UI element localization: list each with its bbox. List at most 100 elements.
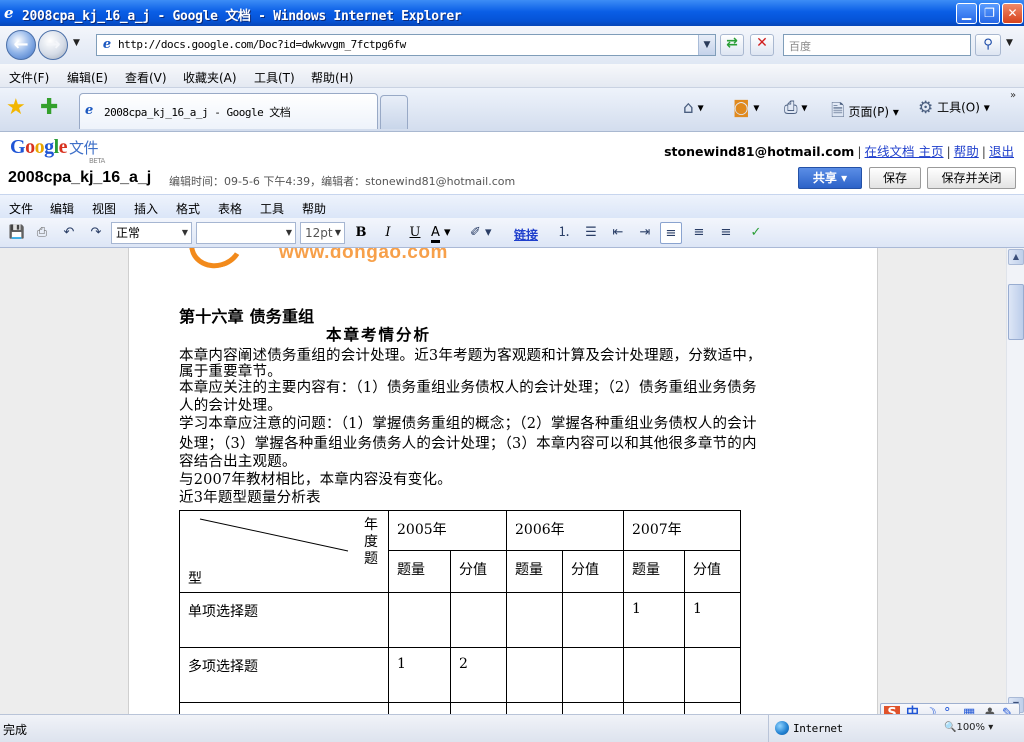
vertical-scrollbar[interactable]: ▲ ▼ xyxy=(1006,248,1024,714)
docs-menu-format[interactable]: 格式 xyxy=(176,200,200,217)
font-select[interactable]: ▼ xyxy=(196,222,296,244)
docs-menu-file[interactable]: 文件 xyxy=(9,200,33,217)
paragraph-line: 学习本章应注意的问题：（1）掌握债务重组的概念；（2）掌握各种重组业务债权人的会… xyxy=(179,416,757,432)
scroll-up-button[interactable]: ▲ xyxy=(1008,249,1024,265)
recent-pages-dropdown[interactable]: ▼ xyxy=(73,38,80,48)
search-options-dropdown[interactable]: ▼ xyxy=(1006,38,1013,48)
docs-toolbar: 💾 ⎙ ↶ ↷ 正常 ▼ ▼ 12pt ▼ B I U A ▾ ✐ ▾ 链接 ⒈ ☰… xyxy=(0,218,1024,248)
docs-menu-view[interactable]: 视图 xyxy=(92,200,116,217)
home-icon: ⌂ xyxy=(683,98,694,118)
docs-menu-table[interactable]: 表格 xyxy=(218,200,242,217)
logo-letter: o xyxy=(34,136,45,158)
table-cell xyxy=(506,702,563,714)
bold-icon[interactable]: B xyxy=(350,222,372,244)
text-color-button[interactable]: A ▾ xyxy=(431,222,463,244)
spell-check-icon[interactable]: ✓ xyxy=(745,222,767,244)
save-icon[interactable]: 💾 xyxy=(6,222,28,244)
refresh-button[interactable]: ⇄ xyxy=(720,34,744,56)
docs-menu-help[interactable]: 帮助 xyxy=(302,200,326,217)
numbered-list-icon[interactable]: ⒈ xyxy=(553,222,575,244)
tools-menu-label: 工具(O) xyxy=(937,100,980,115)
minimize-button[interactable]: ▁ xyxy=(956,3,977,24)
dongao-logo-image: www.dongao.com xyxy=(177,248,495,290)
zoom-level[interactable]: 🔍100% ▾ xyxy=(944,722,993,733)
security-zone[interactable]: Internet xyxy=(768,715,938,742)
search-input[interactable]: 百度 xyxy=(783,34,971,56)
increase-indent-icon[interactable]: ⇥ xyxy=(634,222,656,244)
header-year-label: 年 度 题 xyxy=(364,517,378,568)
menu-edit[interactable]: 编辑(E) xyxy=(67,69,108,86)
highlight-color-button[interactable]: ✐ ▾ xyxy=(470,222,502,244)
docs-menu-edit[interactable]: 编辑 xyxy=(50,200,74,217)
print-icon[interactable]: ⎙ xyxy=(31,222,53,244)
underline-icon[interactable]: U xyxy=(404,222,426,244)
header-year-char: 年 xyxy=(364,517,378,533)
page-menu-button[interactable]: 🗎 页面(P) ▾ xyxy=(831,98,899,127)
decrease-indent-icon[interactable]: ⇤ xyxy=(607,222,629,244)
table-cell xyxy=(388,592,451,648)
menu-view[interactable]: 查看(V) xyxy=(125,69,167,86)
menu-help[interactable]: 帮助(H) xyxy=(311,69,353,86)
document-page[interactable]: www.dongao.com 第十六章 债务重组 本章考情分析 本章内容阐述债务… xyxy=(128,248,878,714)
chevron-down-icon: ▼ xyxy=(181,228,188,237)
redo-icon[interactable]: ↷ xyxy=(85,222,107,244)
favorites-star-icon[interactable]: ★ xyxy=(6,97,26,119)
style-select[interactable]: 正常 ▼ xyxy=(111,222,192,244)
docs-menu-insert[interactable]: 插入 xyxy=(134,200,158,217)
restore-button[interactable]: ❐ xyxy=(979,3,1000,24)
home-button[interactable]: ⌂ ▾ xyxy=(683,98,704,118)
address-dropdown[interactable]: ▼ xyxy=(698,35,715,55)
new-tab-button[interactable] xyxy=(380,95,408,129)
paragraph-line: 本章应关注的主要内容有：（1）债务重组业务债权人的会计处理；（2）债务重组业务债… xyxy=(179,380,757,396)
link-button[interactable]: 链接 xyxy=(514,226,538,243)
table-cell xyxy=(562,647,624,703)
sub-header-cell: 分值 xyxy=(684,550,741,593)
ie-page-icon: e xyxy=(102,37,112,52)
scroll-thumb[interactable] xyxy=(1008,284,1024,340)
toolbar-overflow-chevron[interactable]: » xyxy=(1010,90,1016,101)
menu-favorites[interactable]: 收藏夹(A) xyxy=(183,69,237,86)
sign-out-link[interactable]: 退出 xyxy=(989,144,1014,159)
align-center-icon[interactable]: ≡ xyxy=(688,222,710,244)
rss-icon: ◙ xyxy=(733,98,750,118)
stop-button[interactable]: ✕ xyxy=(750,34,774,56)
address-url[interactable]: http://docs.google.com/Doc?id=dwkwvgm_7f… xyxy=(118,38,406,51)
tools-menu-button[interactable]: ⚙ 工具(O) ▾ xyxy=(918,98,990,118)
font-size-select[interactable]: 12pt ▼ xyxy=(300,222,345,244)
menu-tools[interactable]: 工具(T) xyxy=(254,69,295,86)
back-button[interactable]: ← xyxy=(6,30,36,60)
align-left-icon[interactable]: ≡ xyxy=(660,222,682,244)
gear-icon: ⚙ xyxy=(918,98,934,118)
menu-file[interactable]: 文件(F) xyxy=(9,69,49,86)
table-cell: 1 xyxy=(623,592,685,648)
table-row: 多项选择题 1 2 xyxy=(179,647,741,703)
logo-product: 文件 xyxy=(69,139,99,157)
dongao-swoosh-icon xyxy=(183,248,249,275)
search-button[interactable]: ⚲ xyxy=(975,34,1001,56)
table-row xyxy=(179,702,741,714)
help-link[interactable]: 帮助 xyxy=(954,144,979,159)
save-and-close-button[interactable]: 保存并关闭 xyxy=(927,167,1016,189)
feeds-button[interactable]: ◙ ▾ xyxy=(733,98,759,118)
add-favorites-icon[interactable]: ✚ xyxy=(40,97,58,119)
close-window-button[interactable]: ✕ xyxy=(1002,3,1023,24)
forward-button[interactable]: → xyxy=(38,30,68,60)
docs-menu-tools[interactable]: 工具 xyxy=(260,200,284,217)
table-cell xyxy=(623,702,685,714)
bulleted-list-icon[interactable]: ☰ xyxy=(580,222,602,244)
window-title: 2008cpa_kj_16_a_j - Google 文档 - Windows … xyxy=(22,9,462,24)
docs-home-link[interactable]: 在线文档 主页 xyxy=(865,144,944,159)
align-right-icon[interactable]: ≡ xyxy=(715,222,737,244)
save-button[interactable]: 保存 xyxy=(869,167,921,189)
undo-icon[interactable]: ↶ xyxy=(58,222,80,244)
tab-current[interactable]: e 2008cpa_kj_16_a_j - Google 文档 xyxy=(79,93,378,129)
share-button[interactable]: 共享 ▾ xyxy=(798,167,862,189)
document-title[interactable]: 2008cpa_kj_16_a_j xyxy=(8,169,151,187)
address-bar[interactable]: e http://docs.google.com/Doc?id=dwkwvgm_… xyxy=(96,34,716,56)
google-docs-logo[interactable]: Google 文件 BETA xyxy=(10,136,105,165)
print-button[interactable]: ⎙ ▾ xyxy=(784,98,807,118)
italic-icon[interactable]: I xyxy=(377,222,399,244)
ie-page-icon: e xyxy=(85,103,94,118)
year-header-cell: 2005年 xyxy=(388,510,507,551)
logo-letter: e xyxy=(58,136,68,158)
